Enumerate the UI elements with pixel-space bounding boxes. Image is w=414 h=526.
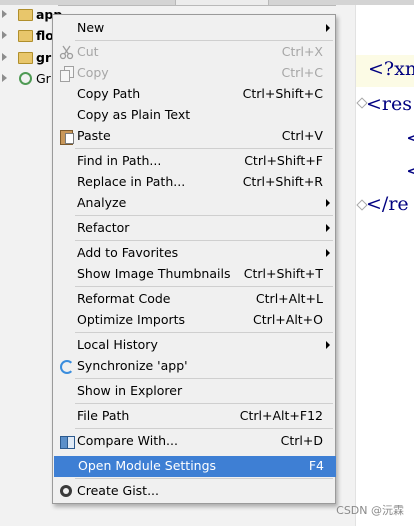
menu-item-synchronize[interactable]: Synchronize 'app': [53, 356, 335, 377]
context-menu: New Cut Ctrl+X Copy Ctrl+C Copy Path Ctr…: [52, 14, 336, 504]
submenu-arrow-icon: [326, 24, 330, 32]
menu-item-shortcut: F4: [308, 458, 324, 473]
gradle-icon: [19, 72, 32, 85]
menu-item-add-to-favorites[interactable]: Add to Favorites: [53, 243, 335, 264]
menu-item-label: Paste: [77, 128, 111, 143]
menu-item-shortcut: Ctrl+C: [281, 65, 323, 80]
menu-separator: [75, 286, 333, 287]
menu-separator: [75, 428, 333, 429]
menu-item-new[interactable]: New: [53, 18, 335, 39]
menu-separator: [75, 148, 333, 149]
folder-icon: [18, 52, 33, 64]
menu-item-label: Synchronize 'app': [77, 358, 188, 373]
menu-separator: [75, 378, 333, 379]
menu-item-label: Create Gist...: [77, 483, 160, 498]
menu-item-copy-path[interactable]: Copy Path Ctrl+Shift+C: [53, 84, 335, 105]
menu-item-label: Show in Explorer: [77, 383, 183, 398]
sync-icon: [59, 359, 74, 374]
tree-item-gr[interactable]: gr: [0, 48, 58, 68]
menu-item-file-path[interactable]: File Path Ctrl+Alt+F12: [53, 406, 335, 427]
folder-icon: [18, 9, 33, 21]
menu-item-show-in-explorer[interactable]: Show in Explorer: [53, 381, 335, 402]
watermark: CSDN @沅霖: [336, 504, 404, 517]
menu-item-analyze[interactable]: Analyze: [53, 193, 335, 214]
menu-item-reformat-code[interactable]: Reformat Code Ctrl+Alt+L: [53, 289, 335, 310]
menu-item-shortcut: Ctrl+Shift+R: [242, 174, 323, 189]
submenu-arrow-icon: [326, 341, 330, 349]
menu-item-shortcut: Ctrl+Alt+O: [253, 312, 323, 327]
scissors-icon: [59, 45, 74, 60]
menu-item-cut[interactable]: Cut Ctrl+X: [53, 42, 335, 63]
editor-gutter: [336, 5, 356, 526]
folder-icon: [18, 30, 33, 42]
menu-item-show-image-thumbnails[interactable]: Show Image Thumbnails Ctrl+Shift+T: [53, 264, 335, 285]
menu-item-shortcut: Ctrl+Alt+F12: [239, 408, 323, 423]
menu-item-open-module-settings[interactable]: Open Module Settings F4: [54, 456, 336, 477]
expand-arrow-icon[interactable]: [2, 10, 7, 18]
tree-item-app[interactable]: app: [0, 5, 62, 25]
menu-item-label: Local History: [77, 337, 158, 352]
menu-item-find-in-path[interactable]: Find in Path... Ctrl+Shift+F: [53, 151, 335, 172]
tree-item-label: gr: [36, 50, 52, 65]
menu-item-create-gist[interactable]: Create Gist...: [53, 481, 335, 502]
menu-item-shortcut: Ctrl+Shift+F: [244, 153, 323, 168]
tree-item-label: Gr: [36, 71, 51, 86]
code-line-3: <: [406, 127, 414, 149]
menu-separator: [75, 332, 333, 333]
menu-item-replace-in-path[interactable]: Replace in Path... Ctrl+Shift+R: [53, 172, 335, 193]
active-tab[interactable]: [175, 0, 269, 5]
code-line-1: <?xm: [368, 58, 414, 80]
menu-item-paste[interactable]: Paste Ctrl+V: [53, 126, 335, 147]
menu-item-label: Compare With...: [77, 433, 178, 448]
menu-item-compare-with[interactable]: Compare With... Ctrl+D: [53, 431, 335, 452]
menu-item-label: Open Module Settings: [78, 458, 217, 473]
submenu-arrow-icon: [326, 199, 330, 207]
menu-separator: [75, 215, 333, 216]
project-tree: app flo gr Gr: [0, 5, 62, 526]
submenu-arrow-icon: [326, 249, 330, 257]
menu-separator: [75, 478, 333, 479]
menu-item-copy[interactable]: Copy Ctrl+C: [53, 63, 335, 84]
code-line-5: </re: [366, 193, 409, 215]
menu-separator: [75, 240, 333, 241]
menu-item-label: Add to Favorites: [77, 245, 179, 260]
code-line-4: <: [406, 160, 414, 182]
expand-arrow-icon[interactable]: [2, 31, 7, 39]
paste-icon: [59, 129, 74, 145]
menu-item-shortcut: Ctrl+Shift+T: [243, 266, 323, 281]
menu-separator: [75, 40, 333, 41]
tree-item-gradle[interactable]: Gr: [0, 69, 58, 89]
menu-item-shortcut: Ctrl+X: [281, 44, 323, 59]
menu-item-optimize-imports[interactable]: Optimize Imports Ctrl+Alt+O: [53, 310, 335, 331]
menu-item-label: File Path: [77, 408, 130, 423]
menu-item-label: New: [77, 20, 105, 35]
menu-item-label: Copy as Plain Text: [77, 107, 191, 122]
submenu-arrow-icon: [326, 224, 330, 232]
menu-item-shortcut: Ctrl+D: [280, 433, 323, 448]
menu-item-label: Optimize Imports: [77, 312, 186, 327]
expand-arrow-icon[interactable]: [2, 53, 7, 61]
menu-separator: [75, 403, 333, 404]
menu-item-label: Cut: [77, 44, 99, 59]
compare-icon: [59, 434, 75, 449]
menu-item-label: Show Image Thumbnails: [77, 266, 231, 281]
menu-item-label: Analyze: [77, 195, 127, 210]
menu-item-label: Copy Path: [77, 86, 141, 101]
menu-item-label: Refactor: [77, 220, 130, 235]
copy-icon: [59, 66, 74, 82]
code-line-2: <res: [366, 93, 412, 115]
menu-item-local-history[interactable]: Local History: [53, 335, 335, 356]
menu-item-label: Reformat Code: [77, 291, 171, 306]
expand-arrow-icon[interactable]: [2, 74, 7, 82]
menu-item-label: Find in Path...: [77, 153, 162, 168]
menu-item-shortcut: Ctrl+Alt+L: [255, 291, 323, 306]
menu-item-refactor[interactable]: Refactor: [53, 218, 335, 239]
menu-item-shortcut: Ctrl+Shift+C: [242, 86, 323, 101]
menu-item-copy-plain-text[interactable]: Copy as Plain Text: [53, 105, 335, 126]
gist-icon: [59, 484, 74, 499]
menu-item-label: Replace in Path...: [77, 174, 186, 189]
tree-item-flo[interactable]: flo: [0, 26, 58, 46]
menu-item-shortcut: Ctrl+V: [281, 128, 323, 143]
menu-item-label: Copy: [77, 65, 109, 80]
